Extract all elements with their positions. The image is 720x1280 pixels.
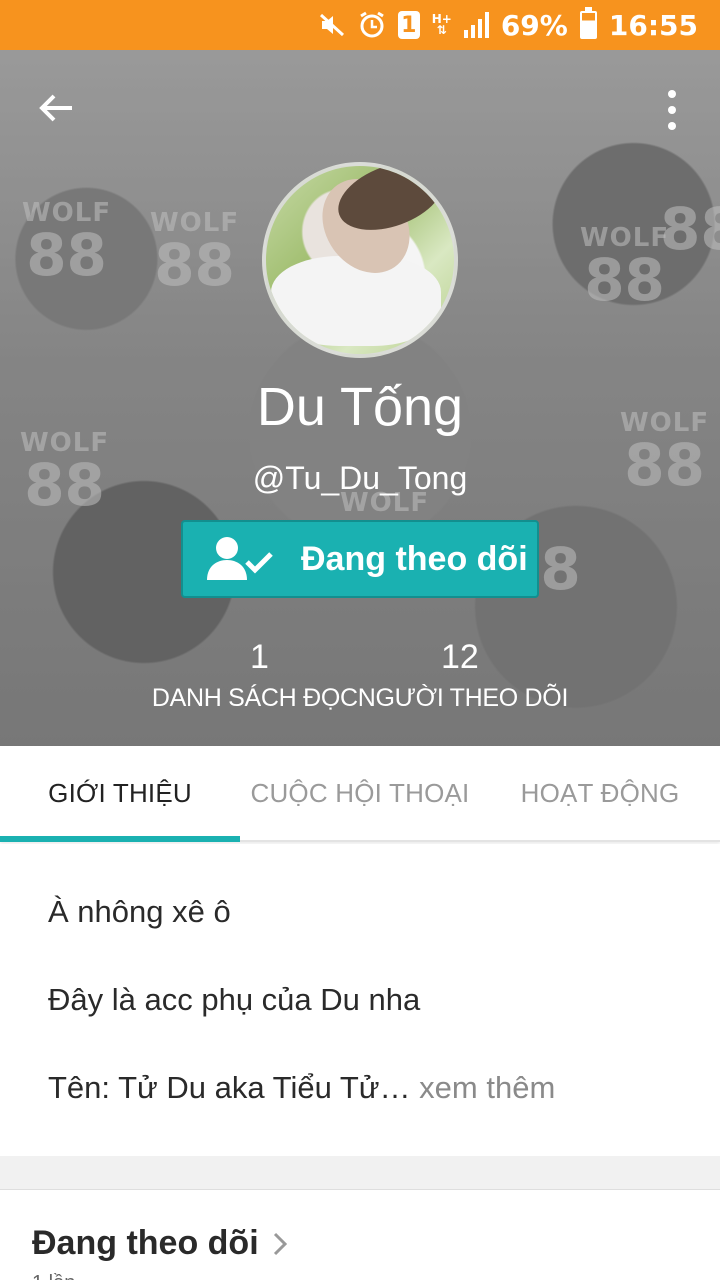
more-vertical-icon[interactable] xyxy=(660,90,684,130)
profile-header: WOLF88 WOLF88 WOLF88 88 WOLF88 WOLF88 88… xyxy=(0,50,720,746)
data-arrows-icon: ⇅ xyxy=(436,23,447,37)
bio-line: Đây là acc phụ của Du nha xyxy=(48,982,421,1017)
followers-label[interactable]: NGƯỜI THEO DÕI xyxy=(358,684,569,712)
avatar[interactable] xyxy=(262,162,458,358)
tab-about[interactable]: GIỚI THIỆU xyxy=(0,746,240,842)
tab-activity[interactable]: HOẠT ĐỘNG xyxy=(480,746,720,840)
profile-tabs: GIỚI THIỆU CUỘC HỘI THOẠI HOẠT ĐỘNG xyxy=(0,746,720,842)
signal-icon xyxy=(463,12,489,38)
following-section[interactable]: Đang theo dõi 1 lần xyxy=(0,1190,720,1280)
back-button[interactable] xyxy=(36,88,76,128)
alarm-icon xyxy=(358,10,386,40)
bio-line: À nhông xê ô xyxy=(48,894,231,929)
sim-icon: 1 xyxy=(397,11,420,39)
bio-line: Tên: Tử Du aka Tiểu Tử… xyxy=(48,1070,411,1105)
following-title[interactable]: Đang theo dõi xyxy=(32,1224,287,1263)
status-bar: 1 H+ ⇅ 69% 16:55 xyxy=(0,0,720,50)
mute-icon xyxy=(318,10,346,40)
arrow-left-icon xyxy=(39,94,72,122)
bio-section: À nhông xê ô Đây là acc phụ của Du nha T… xyxy=(0,844,720,1156)
reading-list-count[interactable]: 1 xyxy=(250,638,269,677)
following-title-label: Đang theo dõi xyxy=(32,1224,259,1262)
battery-percent: 69% xyxy=(500,8,568,42)
following-button-label: Đang theo dõi xyxy=(301,539,528,578)
network-icon: H+ ⇅ xyxy=(432,13,452,37)
reading-list-label[interactable]: DANH SÁCH ĐỌC xyxy=(152,684,358,712)
section-divider xyxy=(0,1156,720,1190)
user-check-icon xyxy=(207,537,273,580)
following-button[interactable]: Đang theo dõi xyxy=(181,520,539,598)
following-subtitle: 1 lần xyxy=(32,1272,75,1280)
bio-line-with-more: Tên: Tử Du aka Tiểu Tử… xem thêm xyxy=(48,1070,555,1106)
profile-handle: @Tu_Du_Tong xyxy=(252,460,468,496)
stats-labels: DANH SÁCH ĐỌCNGƯỜI THEO DÕI xyxy=(0,684,720,713)
profile-name: Du Tống xyxy=(256,377,464,437)
clock: 16:55 xyxy=(608,8,698,42)
see-more-link[interactable]: xem thêm xyxy=(411,1070,555,1105)
followers-count[interactable]: 12 xyxy=(441,638,479,677)
battery-icon xyxy=(579,7,597,39)
tab-conversations[interactable]: CUỘC HỘI THOẠI xyxy=(240,746,480,840)
chevron-right-icon xyxy=(273,1232,287,1255)
